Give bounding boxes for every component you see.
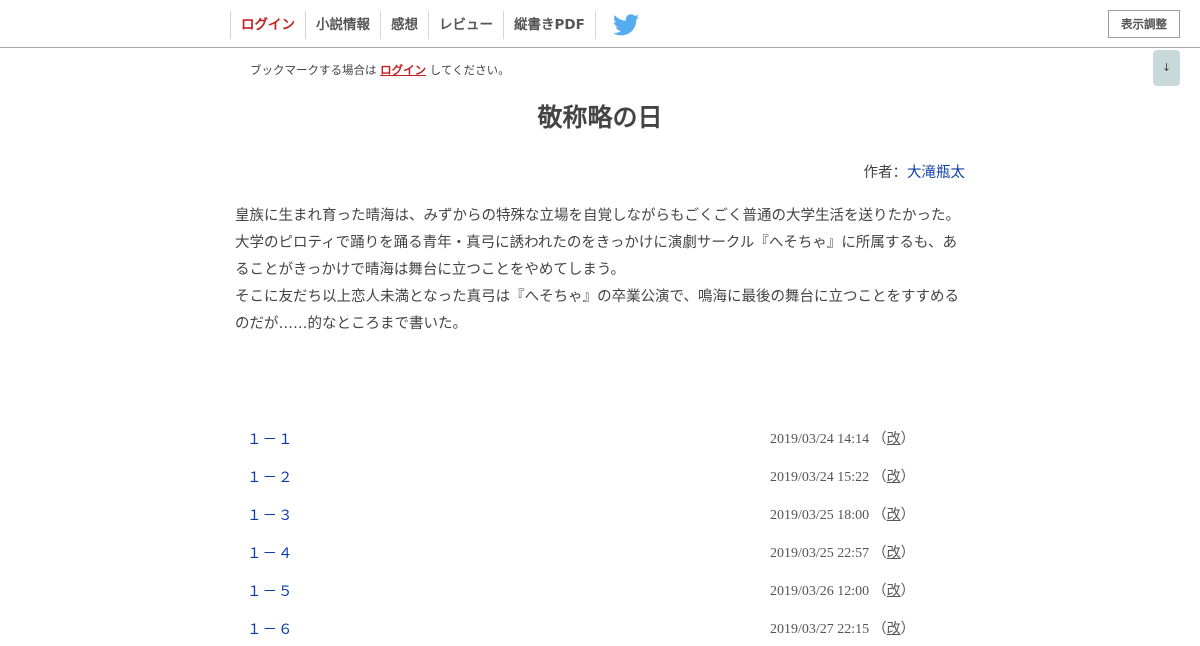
chapter-link[interactable]: １－２ (247, 466, 294, 487)
twitter-bird-icon[interactable] (612, 11, 640, 39)
chapter-row: １－１ 2019/03/24 14:14 （改） (235, 418, 965, 456)
synopsis-paragraph: 皇族に生まれ育った晴海は、みずからの特殊な立場を自覚しながらもごくごく普通の大学… (235, 208, 960, 224)
revised-link[interactable]: 改 (887, 546, 901, 561)
chapter-date: 2019/03/24 14:14 （改） (770, 432, 915, 447)
chapter-row: １－３ 2019/03/25 18:00 （改） (235, 494, 965, 532)
nav-impressions[interactable]: 感想 (380, 11, 428, 39)
chapter-date: 2019/03/25 22:57 （改） (770, 546, 915, 561)
chapter-link[interactable]: １－４ (247, 542, 294, 563)
author-label: 作者： (863, 165, 908, 181)
twitter-bird-icon-graphic (612, 14, 639, 36)
nav-vertical-pdf[interactable]: 縦書きPDF (503, 11, 596, 39)
revised-link[interactable]: 改 (887, 470, 901, 485)
chapter-row: １－５ 2019/03/26 12:00 （改） (235, 570, 965, 608)
chapter-date-text: 2019/03/25 18:00 (770, 508, 870, 523)
chapter-row: １－２ 2019/03/24 15:22 （改） (235, 456, 965, 494)
bookmark-note: ブックマークする場合は ログイン してください。 (250, 62, 510, 78)
bookmark-note-prefix: ブックマークする場合は (250, 63, 381, 77)
chapter-link[interactable]: １－６ (247, 618, 294, 639)
bookmark-note-suffix: してください。 (426, 63, 510, 77)
revised-link[interactable]: 改 (887, 508, 901, 523)
chapter-row: １－４ 2019/03/25 22:57 （改） (235, 532, 965, 570)
scroll-down-button[interactable]: ↓ (1153, 50, 1180, 86)
chapter-row: １－６ 2019/03/27 22:15 （改） (235, 608, 965, 646)
chapter-date-text: 2019/03/25 22:57 (770, 546, 870, 561)
synopsis: 皇族に生まれ育った晴海は、みずからの特殊な立場を自覚しながらもごくごく普通の大学… (235, 203, 960, 338)
chapter-date-text: 2019/03/24 14:14 (770, 432, 870, 447)
display-settings-button[interactable]: 表示調整 (1108, 10, 1180, 38)
chapter-link[interactable]: １－５ (247, 580, 294, 601)
main-nav: ログイン 小説情報 感想 レビュー 縦書きPDF (230, 11, 640, 39)
synopsis-paragraph: そこに友だち以上恋人未満となった真弓は『へそちゃ』の卒業公演で、鳴海に最後の舞台… (235, 289, 959, 332)
novel-title: 敬称略の日 (537, 103, 663, 132)
chapter-link[interactable]: １－３ (247, 504, 294, 525)
revised-link[interactable]: 改 (887, 584, 901, 599)
site-header: ログイン 小説情報 感想 レビュー 縦書きPDF 表示調整 (0, 0, 1200, 48)
chapter-link[interactable]: １－１ (247, 428, 294, 449)
chapter-date: 2019/03/27 22:15 （改） (770, 622, 915, 637)
bookmark-login-link[interactable]: ログイン (380, 63, 426, 77)
chapter-date-text: 2019/03/26 12:00 (770, 584, 870, 599)
chapter-date-text: 2019/03/24 15:22 (770, 470, 870, 485)
chapter-date: 2019/03/25 18:00 （改） (770, 508, 915, 523)
revised-link[interactable]: 改 (887, 432, 901, 447)
chapter-list: １－１ 2019/03/24 14:14 （改） １－２ 2019/03/24 … (235, 418, 965, 646)
nav-login[interactable]: ログイン (230, 11, 305, 39)
chapter-date: 2019/03/26 12:00 （改） (770, 584, 915, 599)
synopsis-paragraph: 大学のピロティで踊りを踊る青年・真弓に誘われたのをきっかけに演劇サークル『へそち… (235, 235, 957, 278)
nav-novel-info[interactable]: 小説情報 (305, 11, 380, 39)
author-line: 作者：大滝瓶太 (864, 161, 966, 182)
author-link[interactable]: 大滝瓶太 (907, 165, 965, 181)
chapter-date: 2019/03/24 15:22 （改） (770, 470, 915, 485)
nav-review[interactable]: レビュー (428, 11, 503, 39)
